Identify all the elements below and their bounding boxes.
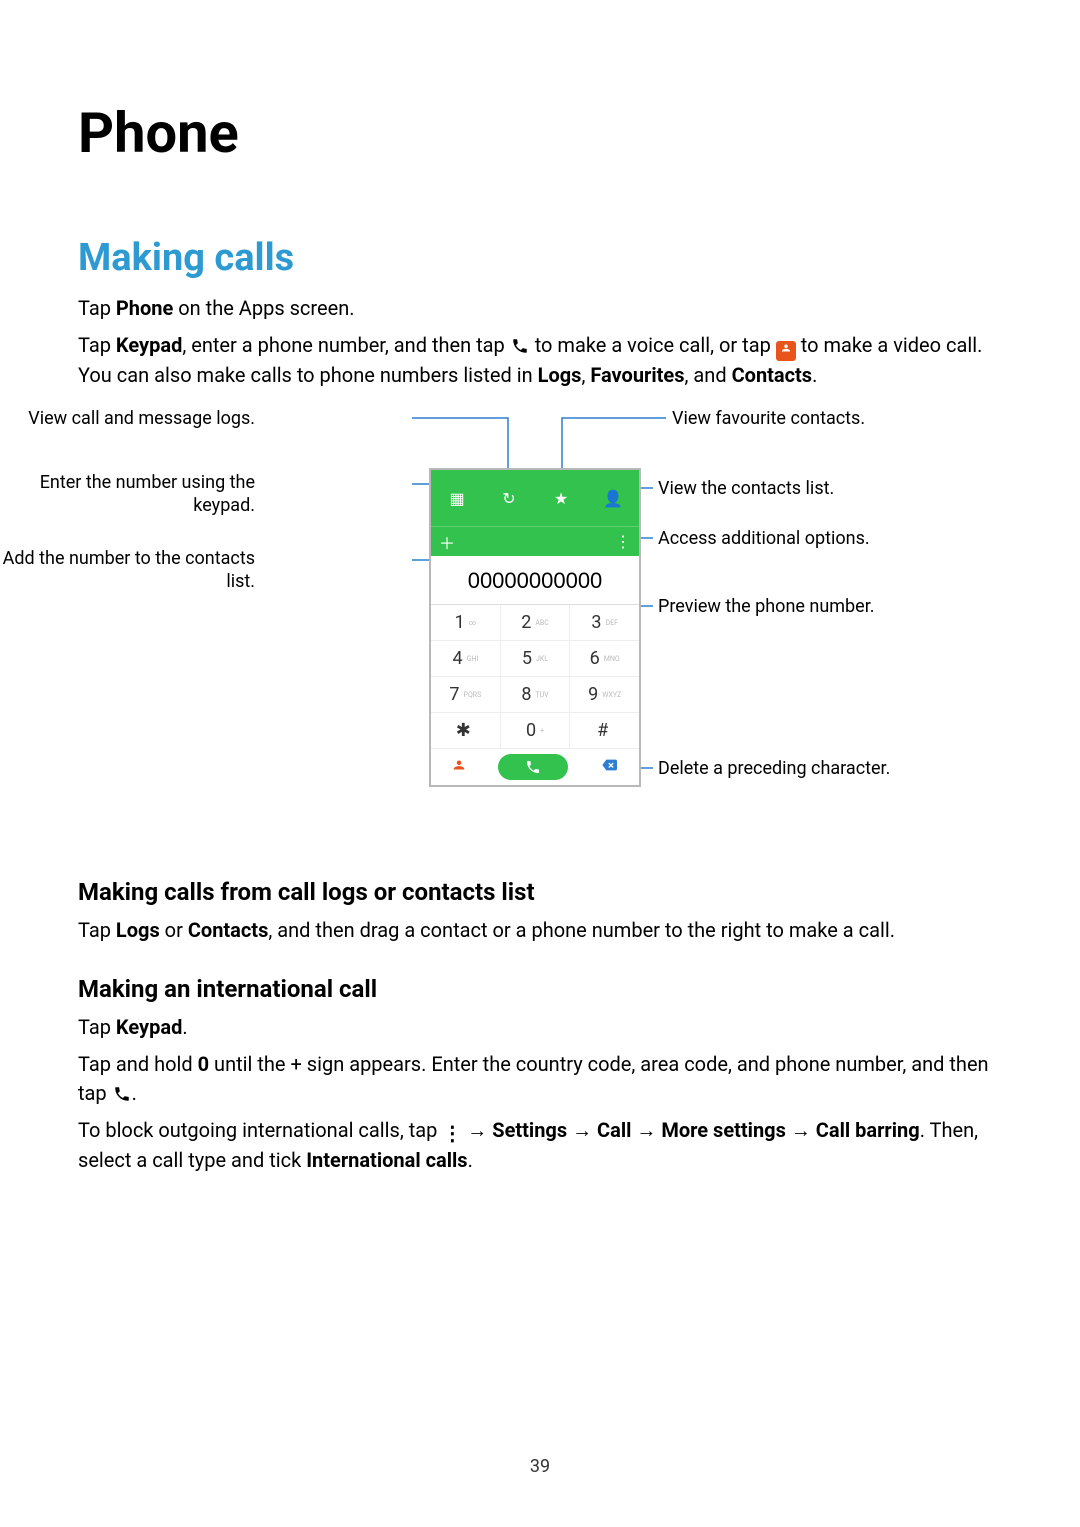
key-0[interactable]: 0+ xyxy=(501,713,571,749)
subsection-2-line3: To block outgoing international calls, t… xyxy=(78,1116,1005,1175)
subsection-1-body: Tap Logs or Contacts, and then drag a co… xyxy=(78,916,1005,945)
key-4[interactable]: 4GHI xyxy=(431,641,501,677)
phone-app-mockup: ▦ ↻ ★ 👤 ＋ ⋮ 00000000000 1∞ 2ABC 3DEF 4GH… xyxy=(429,468,641,787)
paragraph-2: Tap Keypad, enter a phone number, and th… xyxy=(78,331,1005,390)
key-2[interactable]: 2ABC xyxy=(501,605,571,641)
video-call-button[interactable] xyxy=(450,756,468,778)
section-title: Making calls xyxy=(78,236,1005,280)
logs-icon: ↻ xyxy=(502,489,515,508)
key-7[interactable]: 7PQRS xyxy=(431,677,501,713)
backspace-button[interactable] xyxy=(598,757,620,777)
call-icon xyxy=(112,1082,132,1102)
key-8[interactable]: 8TUV xyxy=(501,677,571,713)
add-to-contacts-button[interactable]: ＋ xyxy=(439,530,455,554)
dial-keypad: 1∞ 2ABC 3DEF 4GHI 5JKL 6MNO 7PQRS 8TUV 9… xyxy=(431,605,639,749)
logs-tab[interactable]: ↻ xyxy=(483,470,535,526)
key-9[interactable]: 9WXYZ xyxy=(570,677,639,713)
keypad-tab[interactable]: ▦ xyxy=(431,470,483,526)
keypad-icon: ▦ xyxy=(449,489,464,508)
contacts-tab[interactable]: 👤 xyxy=(587,470,639,526)
paragraph-1: Tap Phone on the Apps screen. xyxy=(78,294,1005,323)
key-1[interactable]: 1∞ xyxy=(431,605,501,641)
subsection-2-line1: Tap Keypad. xyxy=(78,1013,1005,1042)
phone-figure: View call and message logs. Enter the nu… xyxy=(78,408,1005,848)
page-number: 39 xyxy=(0,1456,1080,1477)
favourites-tab[interactable]: ★ xyxy=(535,470,587,526)
key-hash[interactable]: # xyxy=(570,713,639,749)
contact-icon: 👤 xyxy=(603,489,623,508)
subsection-2-title: Making an international call xyxy=(78,975,1005,1003)
key-3[interactable]: 3DEF xyxy=(570,605,639,641)
video-call-icon xyxy=(776,341,796,361)
key-6[interactable]: 6MNO xyxy=(570,641,639,677)
call-icon xyxy=(510,334,530,354)
chapter-title: Phone xyxy=(78,100,1005,166)
voice-call-button[interactable] xyxy=(498,754,568,780)
phone-number-display: 00000000000 xyxy=(431,556,639,605)
star-icon: ★ xyxy=(554,489,568,508)
more-icon: ⋮ xyxy=(442,1126,462,1146)
subsection-2-line2: Tap and hold 0 until the + sign appears.… xyxy=(78,1050,1005,1108)
subsection-1-title: Making calls from call logs or contacts … xyxy=(78,878,1005,906)
key-star[interactable]: ✱ xyxy=(431,713,501,749)
more-options-button[interactable]: ⋮ xyxy=(615,532,631,551)
key-5[interactable]: 5JKL xyxy=(501,641,571,677)
